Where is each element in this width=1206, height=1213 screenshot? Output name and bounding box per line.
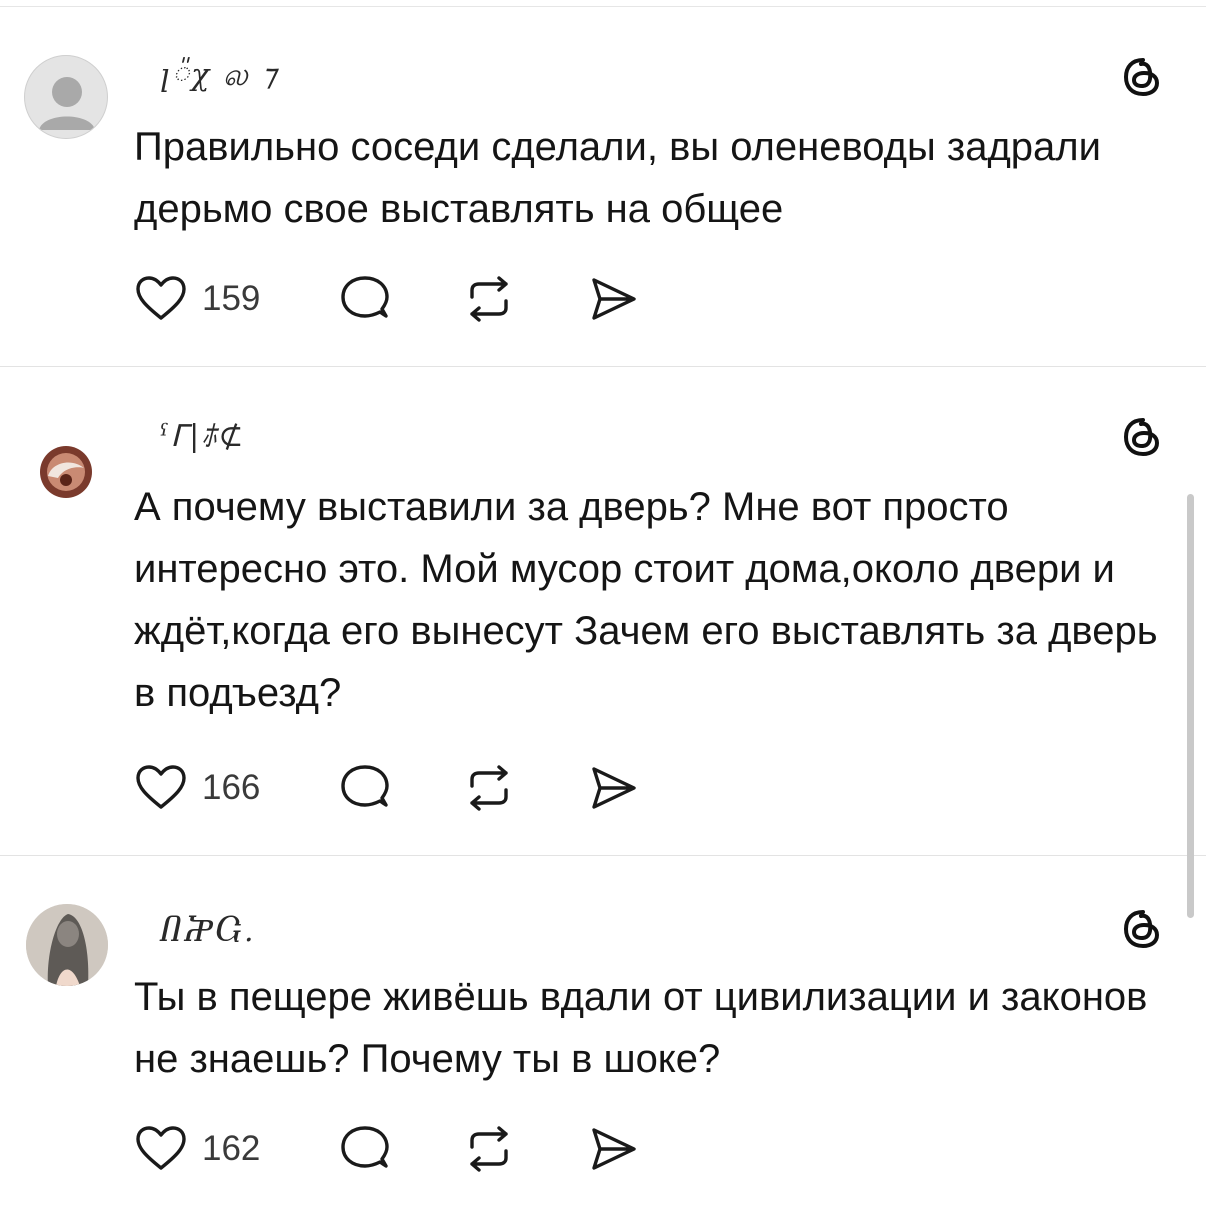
post-text: Правильно соседи сделали, вы оленеводы з… [134,125,1101,231]
share-button[interactable] [586,274,640,324]
like-count: 166 [202,768,261,807]
share-button[interactable] [586,763,640,813]
like-count: 159 [202,279,261,318]
comment-bubble-icon [341,765,389,807]
default-avatar-icon [39,77,95,130]
photo-avatar [26,904,108,986]
repost-icon [470,765,508,811]
repost-icon [470,1126,508,1172]
post-1: ꞁ៉χ ல ⁊ Правильно соседи сделали, вы оле… [0,0,1206,366]
photo-avatar [40,446,92,498]
username[interactable]: ႶႿႺ. [160,914,255,954]
reply-button[interactable] [338,763,392,813]
heart-icon [136,765,186,809]
repost-button[interactable] [462,1124,516,1174]
scrollbar[interactable] [1187,494,1194,918]
post-2: ˁᒥ|ﾎ⊄ А почему выставили за дверь? Мне в… [0,367,1206,855]
post-text: А почему выставили за дверь? Мне вот про… [134,485,1158,715]
post-actions: 162 [134,1124,694,1174]
heart-icon [136,276,186,320]
heart-icon [136,1126,186,1170]
threads-logo-icon[interactable] [1118,904,1168,954]
reply-button[interactable] [338,274,392,324]
threads-logo-icon[interactable] [1118,412,1168,462]
comment-bubble-icon [341,1126,389,1168]
comment-bubble-icon [341,276,389,318]
repost-button[interactable] [462,763,516,813]
username[interactable]: ꞁ៉χ ல ⁊ [160,56,278,96]
avatar[interactable] [30,436,102,508]
avatar[interactable] [26,904,108,986]
repost-button[interactable] [462,274,516,324]
post-text: Ты в пещере живёшь вдали от цивилизации … [134,975,1148,1081]
avatar[interactable] [24,55,108,139]
reply-button[interactable] [338,1124,392,1174]
post-actions: 166 [134,763,694,813]
send-icon [592,278,636,320]
like-button[interactable]: 162 [134,1124,260,1174]
threads-logo-icon[interactable] [1118,52,1168,102]
post-actions: 159 [134,274,694,324]
send-icon [592,1128,636,1170]
username[interactable]: ˁᒥ|ﾎ⊄ [160,411,245,454]
like-button[interactable]: 159 [134,274,260,324]
repost-icon [470,276,508,322]
share-button[interactable] [586,1124,640,1174]
post-3: ႶႿႺ. Ты в пещере живёшь вдали от цивилиз… [0,856,1206,1213]
like-count: 162 [202,1129,261,1168]
send-icon [592,767,636,809]
like-button[interactable]: 166 [134,763,260,813]
